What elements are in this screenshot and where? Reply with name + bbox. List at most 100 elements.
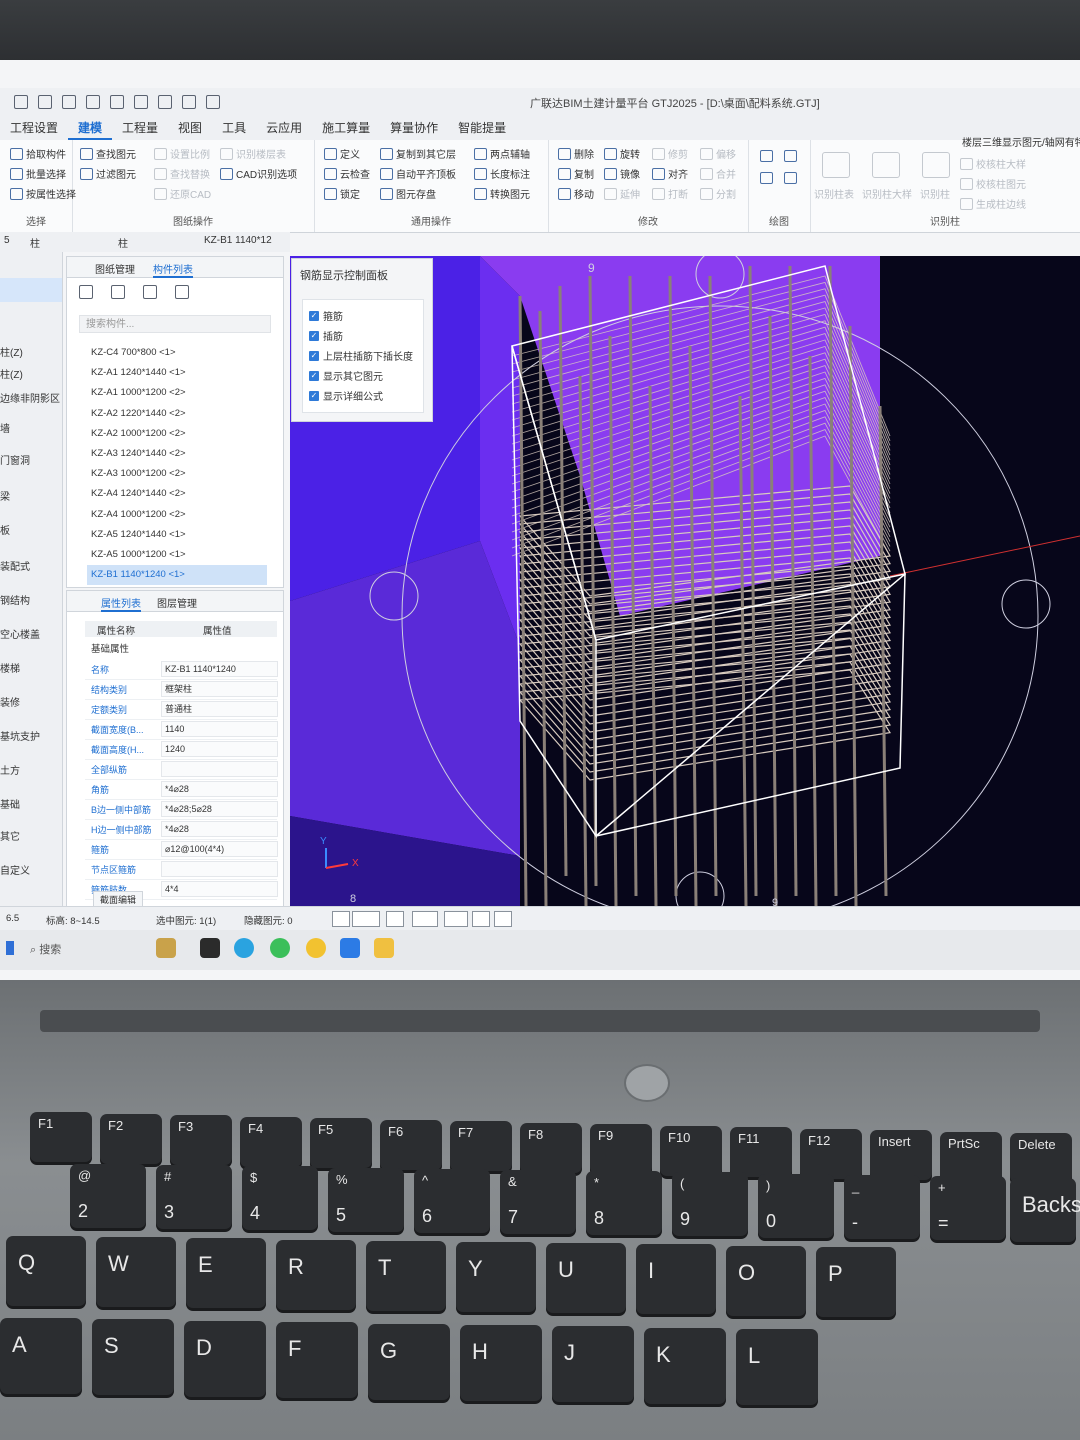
taskview-icon[interactable] — [200, 938, 220, 958]
table-icon[interactable] — [182, 95, 196, 109]
widget-icon[interactable] — [156, 938, 176, 958]
copy-button[interactable]: 复制 — [558, 166, 594, 181]
nav-item-edge-zone[interactable]: 边缘非阴影区 — [0, 390, 62, 405]
grid-toggle[interactable] — [472, 911, 490, 927]
convert-element-button[interactable]: 转换图元 — [474, 186, 530, 201]
floor-select[interactable]: 5 — [4, 235, 10, 246]
filter-element-button[interactable]: 过滤图元 — [80, 166, 136, 181]
list-item[interactable]: KZ-A1 1240*1440 <1> — [87, 363, 267, 383]
key-delete[interactable]: Delete — [1010, 1133, 1072, 1183]
key-f8[interactable]: F8 — [520, 1122, 582, 1173]
column-detail-icon[interactable] — [872, 152, 900, 178]
trim-button[interactable]: 修剪 — [652, 146, 688, 161]
snap-toggle[interactable] — [386, 911, 404, 927]
menu-tools[interactable]: 工具 — [212, 119, 256, 140]
generate-column-edge-button[interactable]: 生成柱边线 — [960, 196, 1026, 211]
align-button[interactable]: 对齐 — [652, 166, 688, 181]
offset-button[interactable]: 偏移 — [700, 146, 736, 161]
property-row[interactable]: H边一侧中部筋 *4⌀28 — [85, 819, 278, 840]
key-f[interactable]: F — [276, 1322, 358, 1399]
nav-item-pit-support[interactable]: 基坑支护 — [0, 728, 62, 743]
key-r[interactable]: R — [276, 1239, 356, 1310]
edge-browser-icon[interactable] — [234, 938, 254, 958]
tab-drawing-management[interactable]: 图纸管理 — [95, 261, 135, 276]
menu-construction[interactable]: 施工算量 — [312, 119, 380, 140]
key-num-8[interactable]: ) 0 — [758, 1173, 834, 1238]
move-button[interactable]: 移动 — [558, 186, 594, 201]
key-f6[interactable]: F6 — [380, 1119, 442, 1170]
undo-icon[interactable] — [86, 95, 100, 109]
key-f9[interactable]: F9 — [590, 1124, 652, 1174]
upper-dowel-length-checkbox[interactable]: ✓ 上层柱插筋下插长度 — [309, 348, 413, 363]
new-file-icon[interactable] — [38, 95, 52, 109]
list-item[interactable]: KZ-A3 1240*1440 <2> — [87, 444, 267, 464]
start-icon[interactable] — [6, 941, 14, 955]
property-value[interactable]: ⌀12@100(4*4) — [161, 841, 278, 857]
find-replace-button[interactable]: 查找替换 — [154, 166, 210, 181]
tab-component-list[interactable]: 构件列表 — [153, 261, 193, 278]
key-y[interactable]: Y — [456, 1242, 536, 1312]
key-o[interactable]: O — [726, 1245, 806, 1316]
layout-icon[interactable] — [206, 95, 220, 109]
list-item[interactable]: KZ-A4 1240*1440 <2> — [87, 484, 267, 504]
nav-item-column[interactable]: 柱(Z) — [0, 344, 62, 359]
select-mode-toggle[interactable] — [352, 911, 380, 927]
nav-item-beam[interactable]: 梁 — [0, 488, 62, 503]
property-value[interactable]: *4⌀28 — [161, 781, 278, 797]
menu-quantity[interactable]: 工程量 — [112, 119, 168, 140]
key-k[interactable]: K — [644, 1327, 726, 1404]
column-table-icon[interactable] — [822, 152, 850, 178]
copy-to-other-floor-button[interactable]: 复制到其它层 — [380, 146, 456, 161]
property-value[interactable]: KZ-B1 1140*1240 — [161, 661, 278, 677]
check-column-detail-button[interactable]: 校核柱大样 — [960, 156, 1026, 171]
key-p[interactable]: P — [816, 1246, 896, 1317]
property-row[interactable]: 结构类别 框架柱 — [85, 679, 278, 700]
property-group-basic[interactable]: 基础属性 — [91, 641, 129, 655]
recognize-column-button[interactable]: 识别柱 — [920, 186, 950, 201]
menu-collaboration[interactable]: 算量协作 — [380, 119, 448, 140]
wechat-icon[interactable] — [270, 938, 290, 958]
key-q[interactable]: Q — [6, 1236, 86, 1306]
taskbar-search[interactable]: ⌕ 搜索 — [30, 941, 61, 957]
tab-layer-management[interactable]: 图层管理 — [157, 595, 197, 610]
power-button[interactable] — [624, 1064, 670, 1102]
menu-project-settings[interactable]: 工程设置 — [0, 119, 68, 140]
key-num-4[interactable]: ^ 6 — [414, 1168, 490, 1233]
stirrup-checkbox[interactable]: ✓ 箍筋 — [309, 308, 343, 323]
property-row[interactable]: 截面宽度(B... 1140 — [85, 719, 278, 740]
key-f4[interactable]: F4 — [240, 1116, 302, 1167]
property-row[interactable]: 截面高度(H... 1240 — [85, 739, 278, 760]
extend-button[interactable]: 延伸 — [604, 186, 640, 201]
property-value[interactable] — [161, 761, 278, 777]
nav-item-foundation[interactable]: 基础 — [0, 796, 62, 811]
folder-icon[interactable] — [374, 938, 394, 958]
delete-button[interactable]: 删除 — [558, 146, 594, 161]
nav-item-column-selected[interactable] — [0, 278, 62, 302]
key-s[interactable]: S — [92, 1319, 174, 1396]
key-l[interactable]: L — [736, 1329, 818, 1406]
orbit-handle[interactable] — [1001, 579, 1051, 629]
nav-item-wall[interactable]: 墙 — [0, 420, 62, 435]
type-select[interactable]: 柱 — [118, 235, 128, 250]
menu-smart-extract[interactable]: 智能提量 — [448, 119, 516, 140]
cad-options-button[interactable]: CAD识别选项 — [220, 166, 297, 181]
split-button[interactable]: 分割 — [700, 186, 736, 201]
property-row[interactable]: 全部纵筋 — [85, 759, 278, 780]
delete-component-icon[interactable] — [143, 285, 157, 299]
select-by-attribute-button[interactable]: 按属性选择 — [10, 186, 76, 201]
redo-icon[interactable] — [110, 95, 124, 109]
key-d[interactable]: D — [184, 1320, 266, 1397]
circle-icon[interactable] — [784, 150, 797, 162]
key-num-5[interactable]: & 7 — [500, 1170, 576, 1234]
property-row[interactable]: 定额类别 普通柱 — [85, 699, 278, 720]
menu-cloud[interactable]: 云应用 — [256, 119, 312, 140]
nav-item-slab[interactable]: 板 — [0, 522, 62, 537]
key-num-9[interactable]: _ - — [844, 1174, 920, 1239]
column-recognize-icon[interactable] — [922, 152, 950, 178]
key-f3[interactable]: F3 — [170, 1115, 232, 1165]
key-f1[interactable]: F1 — [30, 1112, 92, 1162]
mirror-button[interactable]: 镜像 — [604, 166, 640, 181]
list-item[interactable]: KZ-A5 1000*1200 <1> — [87, 545, 267, 565]
nav-item-steel[interactable]: 钢结构 — [0, 592, 62, 607]
rect-icon[interactable] — [784, 172, 797, 184]
